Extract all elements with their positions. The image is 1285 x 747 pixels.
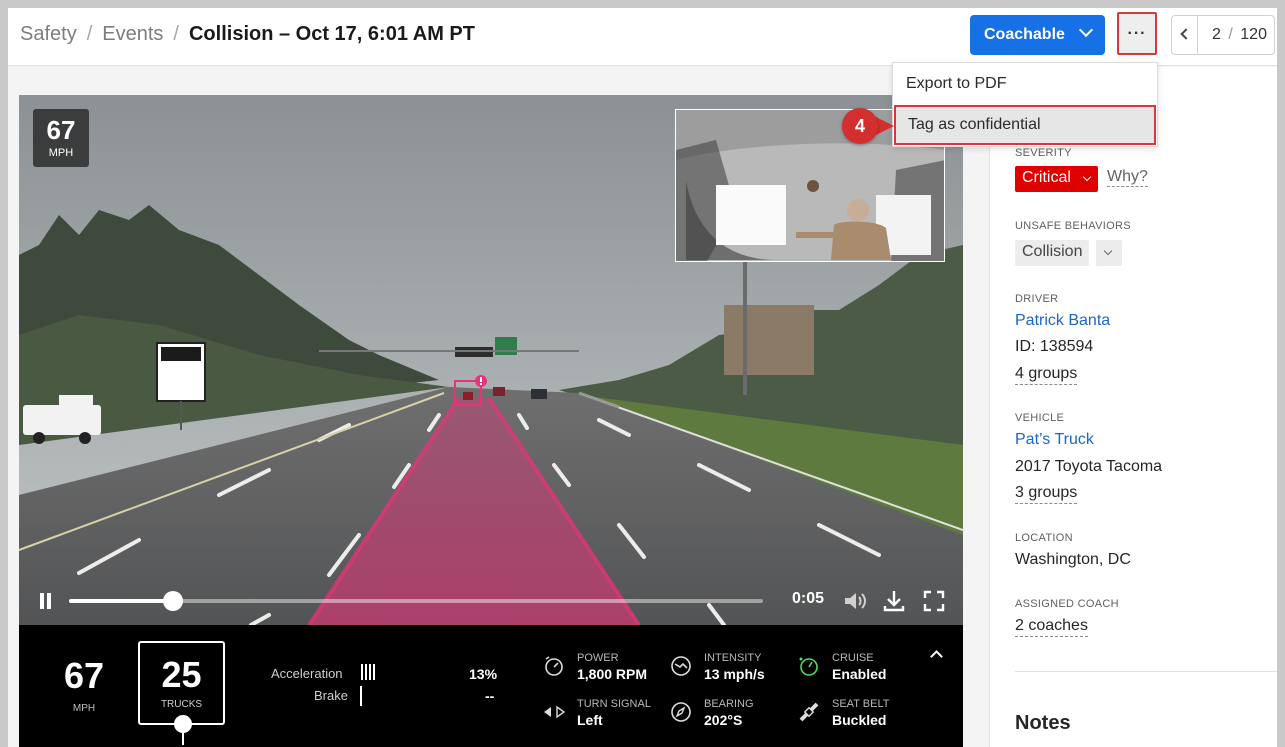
speed-limit-label: TRUCKS — [160, 699, 203, 710]
chevron-down-icon — [1082, 172, 1092, 182]
page-title: Collision – Oct 17, 6:01 AM PT — [188, 23, 475, 45]
driver-groups-link[interactable]: 4 groups — [1015, 365, 1078, 385]
vehicle-name-link[interactable]: Pat’s Truck — [1015, 431, 1094, 449]
metric-bearing-label: BEARING — [704, 698, 754, 710]
coachable-button[interactable]: Coachable — [970, 15, 1105, 55]
sidebar-divider — [1015, 671, 1277, 672]
metric-power-label: POWER — [577, 652, 619, 664]
previous-event-button[interactable] — [1172, 16, 1198, 54]
breadcrumb-separator: / — [86, 23, 93, 45]
speed-overlay-unit: MPH — [48, 147, 74, 159]
assigned-coach-label: ASSIGNED COACH — [1015, 598, 1119, 610]
timeline-marker-stem — [182, 731, 184, 745]
acceleration-value: 13% — [469, 666, 498, 682]
breadcrumb-separator: / — [173, 23, 179, 45]
breadcrumb-events[interactable]: Events — [102, 23, 163, 46]
download-icon[interactable] — [881, 588, 907, 614]
metric-cruise-label: CRUISE — [832, 652, 874, 664]
severity-label: SEVERITY — [1015, 147, 1072, 159]
telemetry-speed-value: 67 — [63, 655, 105, 696]
brake-bar-icon — [360, 686, 362, 706]
behavior-dropdown-button[interactable] — [1096, 240, 1122, 266]
metric-seat-belt-value: Buckled — [832, 712, 887, 728]
assigned-coach-link[interactable]: 2 coaches — [1015, 617, 1088, 637]
driver-label: DRIVER — [1015, 293, 1059, 305]
fullscreen-icon[interactable] — [921, 588, 947, 614]
vehicle-groups-link[interactable]: 3 groups — [1015, 484, 1078, 504]
metric-intensity-value: 13 mph/s — [704, 666, 765, 682]
metric-seat-belt-label: SEAT BELT — [832, 698, 890, 710]
menu-item-tag-confidential[interactable]: Tag as confidential — [894, 105, 1156, 145]
severity-dropdown[interactable]: Critical — [1015, 166, 1098, 192]
telemetry-speed-unit: MPH — [72, 703, 96, 714]
pager-total: 120 — [1240, 26, 1267, 43]
severity-value: Critical — [1022, 169, 1071, 186]
brake-value: -- — [485, 688, 495, 704]
pause-icon[interactable] — [39, 593, 53, 609]
speed-overlay-value: 67 — [46, 115, 76, 145]
cruise-icon — [799, 657, 818, 676]
seatbelt-icon — [799, 702, 819, 722]
more-options-menu: Export to PDF Tag as confidential — [892, 62, 1158, 147]
metric-turn-signal-value: Left — [577, 712, 603, 728]
video-progress-bar[interactable] — [69, 591, 763, 611]
turn-signal-icon — [544, 705, 565, 719]
behavior-chip-collision[interactable]: Collision — [1015, 240, 1090, 266]
location-value: Washington, DC — [1015, 551, 1131, 568]
more-options-icon: ··· — [1127, 24, 1147, 42]
notes-heading: Notes — [1015, 712, 1071, 734]
chevron-down-icon — [1078, 22, 1094, 38]
more-options-button[interactable]: ··· — [1117, 12, 1157, 55]
volume-icon[interactable] — [841, 588, 867, 614]
breadcrumb: Safety / Events / Collision – Oct 17, 6:01 A… — [20, 23, 475, 46]
driver-name-link[interactable]: Patrick Banta — [1015, 312, 1110, 330]
location-label: LOCATION — [1015, 532, 1073, 544]
metric-bearing-value: 202°S — [704, 712, 743, 728]
pager-separator: / — [1228, 26, 1233, 43]
brake-label: Brake — [314, 688, 348, 703]
speed-overlay: 67 MPH — [33, 109, 89, 167]
vehicle-label: VEHICLE — [1015, 412, 1065, 424]
chevron-left-icon — [1180, 28, 1192, 40]
speed-limit-sign: 25 TRUCKS — [138, 641, 225, 745]
coachable-button-label: Coachable — [984, 26, 1065, 43]
dashcam-video[interactable]: 67 MPH 0:05 — [19, 95, 963, 625]
video-scrubber-handle[interactable] — [163, 591, 184, 611]
app-window: Safety / Events / Collision – Oct 17, 6:01 A… — [8, 8, 1277, 747]
pager-current: 2 — [1212, 26, 1221, 43]
pager-count: 2 / 120 — [1212, 26, 1267, 44]
vehicle-model: 2017 Toyota Tacoma — [1015, 458, 1163, 475]
event-details-sidebar: SEVERITY Critical Why? UNSAFE BEHAVIORS … — [989, 67, 1277, 747]
step-annotation-badge: 4 — [842, 108, 878, 144]
video-time: 0:05 — [792, 590, 825, 607]
intensity-icon — [671, 656, 691, 676]
metric-power-value: 1,800 RPM — [577, 666, 648, 682]
chevron-down-icon — [1103, 246, 1113, 256]
speed-limit-value: 25 — [161, 654, 202, 695]
metric-cruise-value: Enabled — [832, 666, 887, 682]
event-pager: 2 / 120 — [1171, 15, 1275, 55]
video-progress-fill — [69, 599, 174, 603]
telemetry-panel: 67 MPH 25 TRUCKS Acceleration Brake 13% … — [19, 625, 963, 747]
header-bar: Safety / Events / Collision – Oct 17, 6:01 A… — [8, 8, 1277, 66]
driver-id: ID: 138594 — [1015, 338, 1094, 355]
telemetry-speed: 67 MPH — [49, 655, 119, 714]
breadcrumb-safety[interactable]: Safety — [20, 23, 77, 46]
video-controls: 0:05 — [19, 583, 963, 625]
acceleration-label: Acceleration — [271, 666, 343, 681]
metric-turn-signal-label: TURN SIGNAL — [577, 698, 651, 710]
unsafe-behaviors-label: UNSAFE BEHAVIORS — [1015, 220, 1131, 232]
gauge-icon — [545, 656, 563, 676]
compass-icon — [671, 702, 691, 722]
chevron-up-icon[interactable] — [930, 650, 943, 663]
severity-why-link[interactable]: Why? — [1107, 168, 1148, 187]
menu-item-export-pdf[interactable]: Export to PDF — [906, 75, 1006, 93]
acceleration-bar-icon — [361, 664, 375, 680]
metric-intensity-label: INTENSITY — [704, 652, 762, 664]
